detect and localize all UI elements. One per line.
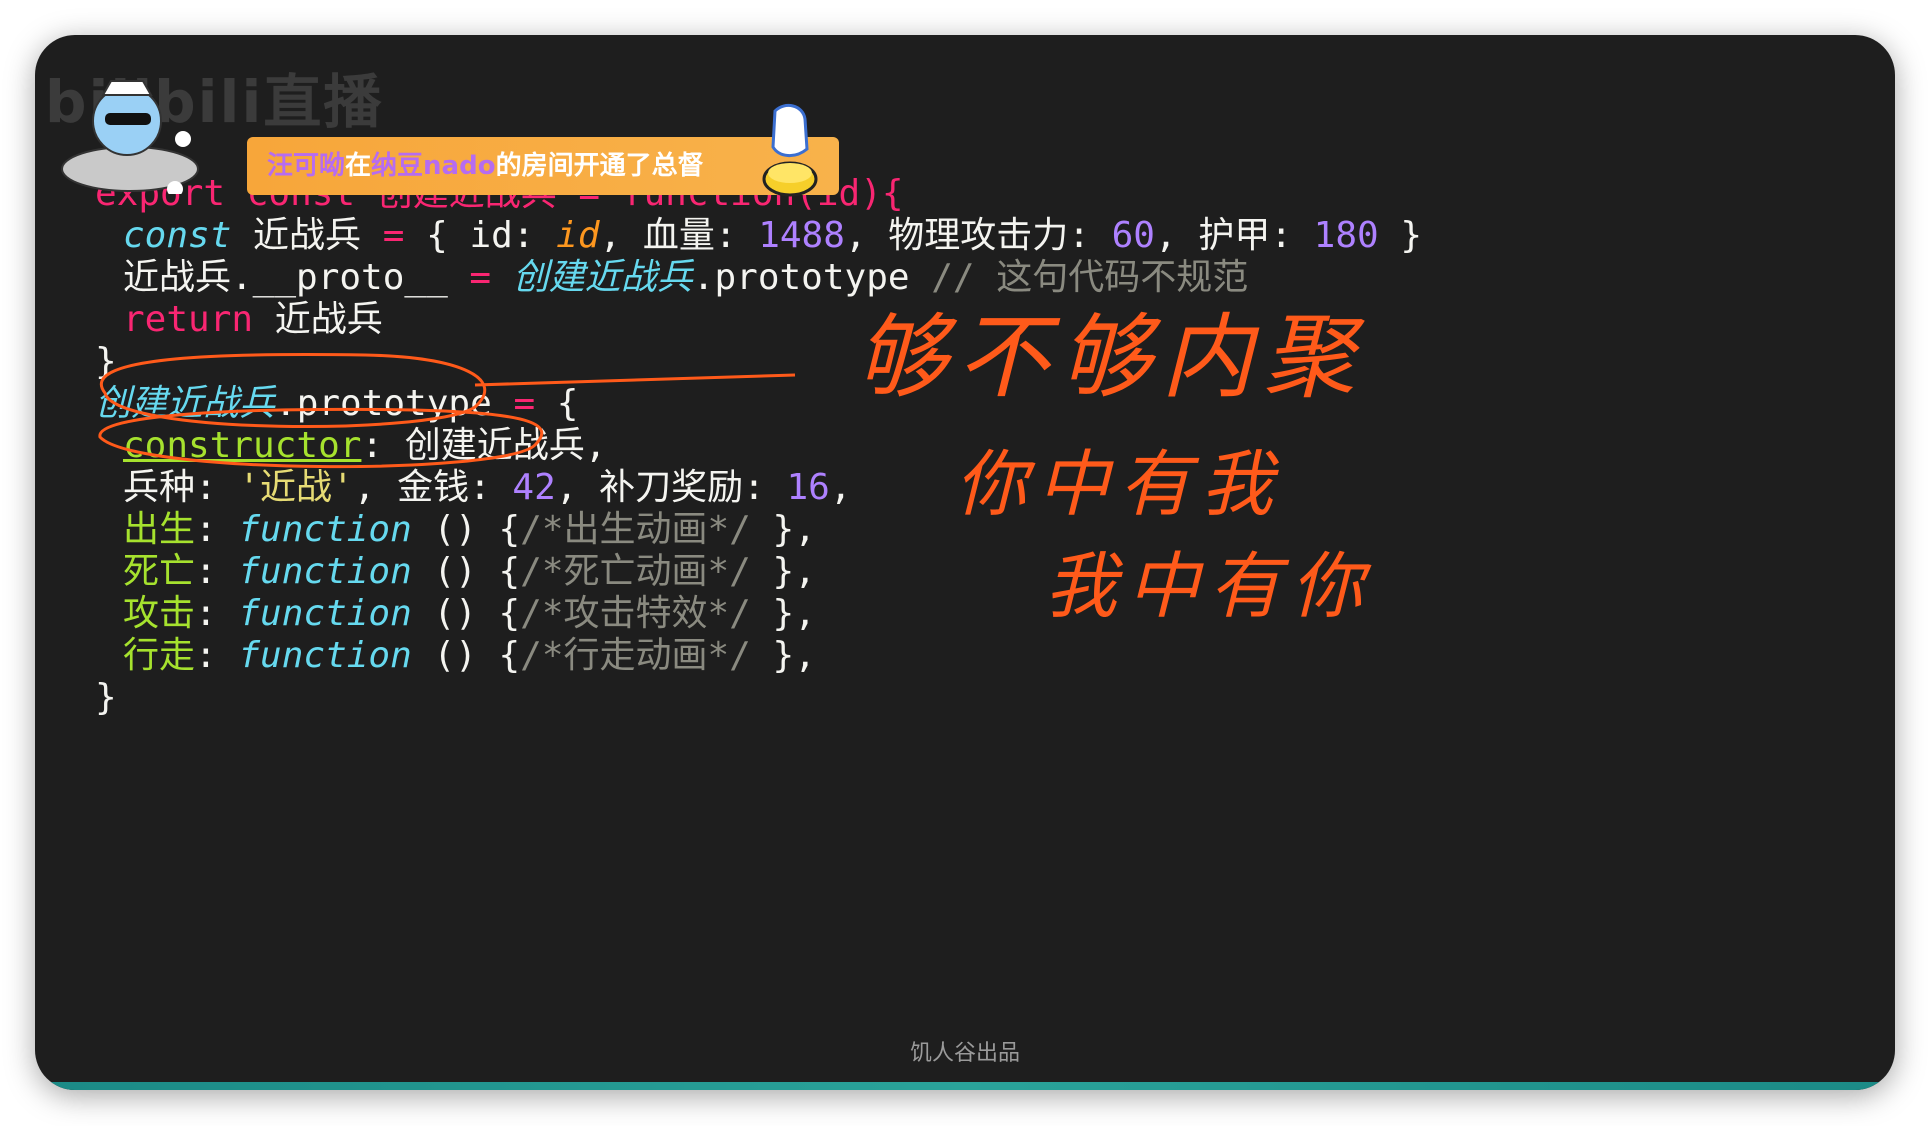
bottom-accent-strip bbox=[35, 1082, 1895, 1090]
notification-host: 纳豆nado bbox=[371, 151, 496, 181]
gift-notification-banner: 汪可呦在纳豆nado的房间开通了总督 bbox=[247, 137, 839, 195]
video-frame: bilibili直播 export const 创建近战兵 = function… bbox=[35, 35, 1895, 1090]
notification-user: 汪可呦 bbox=[267, 151, 346, 181]
avatar-icon bbox=[61, 80, 199, 194]
annotation-cohesion: 够不够内聚 bbox=[855, 304, 1366, 411]
annotation-you-in-me: 你中有我 bbox=[955, 442, 1284, 526]
notification-text: 在 bbox=[345, 151, 372, 181]
notification-text: 的房间开通了总督 bbox=[495, 151, 704, 181]
annotation-me-in-you: 我中有你 bbox=[1045, 544, 1374, 628]
footer-credit: 饥人谷出品 bbox=[909, 1041, 1020, 1066]
pointing-hand-icon bbox=[762, 103, 818, 197]
pointer-line bbox=[474, 373, 796, 387]
